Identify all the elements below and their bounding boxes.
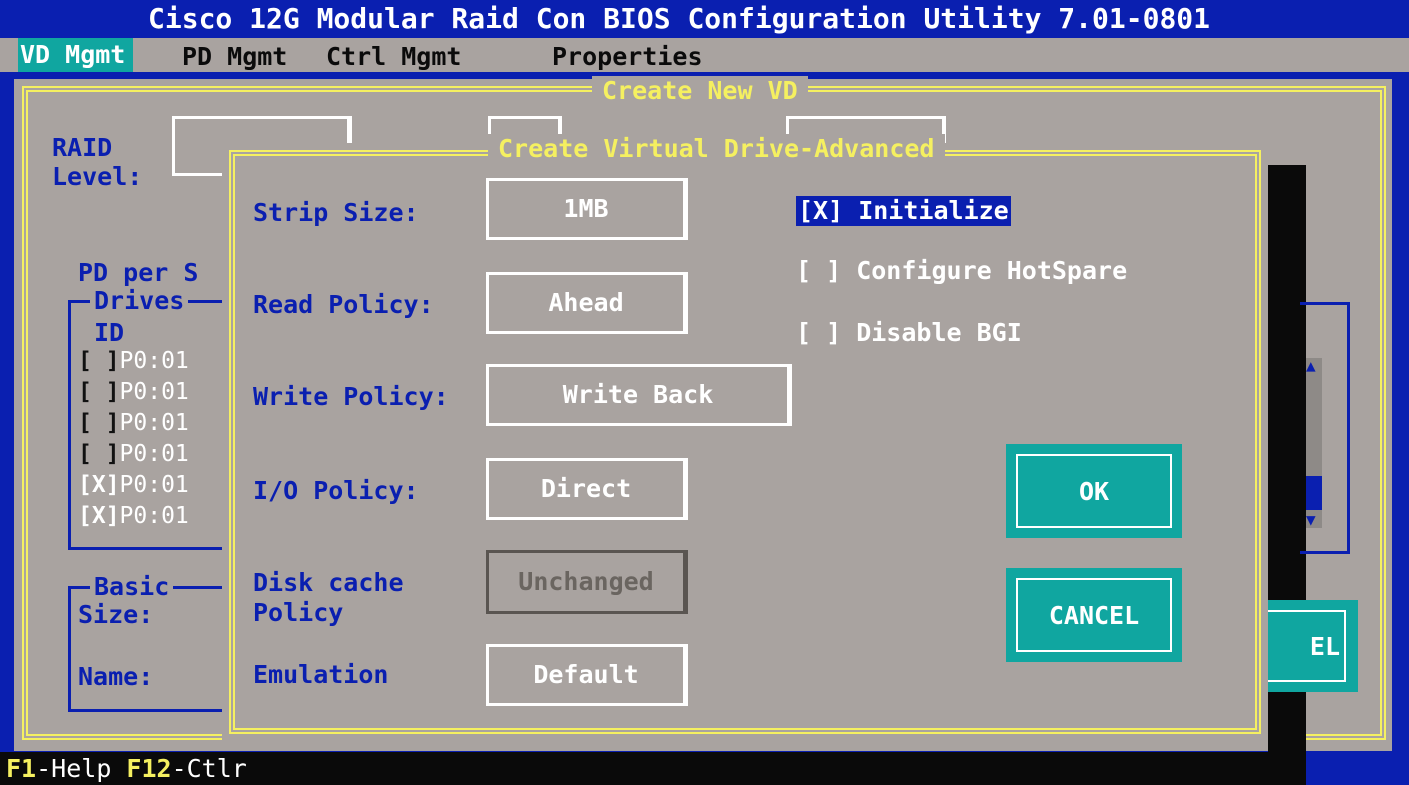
drive-list: [ ]P0:01 [ ]P0:01 [ ]P0:01 [ ]P0:01 [X]P… [78, 346, 189, 532]
strip-size-select[interactable]: 1MB [486, 178, 688, 240]
drive-id: P0:01 [119, 472, 189, 498]
write-policy-label: Write Policy: [253, 382, 449, 411]
drives-caption: Drives [90, 286, 189, 316]
disk-cache-label: Disk cache [253, 568, 404, 597]
io-policy-select[interactable]: Direct [486, 458, 688, 520]
help-text: -Help [36, 754, 127, 783]
drive-row[interactable]: [ ]P0:01 [78, 346, 189, 377]
configure-hotspare-checkbox[interactable]: [ ] Configure HotSpare [796, 256, 1127, 286]
drive-row[interactable]: [ ]P0:01 [78, 439, 189, 470]
outer-cancel-button[interactable]: EL [1266, 600, 1358, 692]
outer-cancel-label: EL [1309, 631, 1340, 661]
menu-pd-mgmt[interactable]: PD Mgmt [182, 42, 287, 72]
drive-row[interactable]: [X]P0:01 [78, 470, 189, 501]
strip-size-label: Strip Size: [253, 198, 419, 227]
ok-label: OK [1078, 476, 1110, 506]
drive-id: P0:01 [119, 410, 189, 436]
name-label: Name: [78, 662, 154, 691]
menu-ctrl-mgmt[interactable]: Ctrl Mgmt [326, 42, 461, 72]
emulation-select[interactable]: Default [486, 644, 688, 706]
basic-caption: Basic [90, 572, 174, 602]
disk-cache-label-2: Policy [253, 598, 344, 627]
disable-bgi-checkbox[interactable]: [ ] Disable BGI [796, 318, 1022, 348]
ok-button[interactable]: OK [1006, 444, 1182, 538]
disk-cache-select: Unchanged [486, 550, 688, 614]
size-label: Size: [78, 600, 154, 629]
f1-key: F1 [6, 754, 37, 783]
drive-checkbox[interactable]: [ ] [78, 348, 120, 374]
emulation-label: Emulation [253, 660, 389, 689]
scrollbar-thumb[interactable] [1306, 476, 1322, 510]
drive-checkbox[interactable]: [ ] [78, 441, 120, 467]
id-header: ID [94, 318, 125, 347]
read-policy-label: Read Policy: [253, 290, 434, 319]
write-policy-select[interactable]: Write Back [486, 364, 792, 426]
drive-id: P0:01 [119, 379, 189, 405]
drive-checkbox[interactable]: [ ] [78, 379, 120, 405]
drive-id: P0:01 [119, 441, 189, 467]
drive-row[interactable]: [ ]P0:01 [78, 408, 189, 439]
drive-id: P0:01 [119, 503, 189, 529]
read-policy-select[interactable]: Ahead [486, 272, 688, 334]
f12-key: F12 [126, 754, 172, 783]
menu-properties[interactable]: Properties [552, 42, 703, 72]
drive-row[interactable]: [ ]P0:01 [78, 377, 189, 408]
advanced-dialog-caption: Create Virtual Drive-Advanced [488, 134, 945, 164]
help-hint: F1-Help F12-Ctlr [6, 754, 247, 784]
cancel-button[interactable]: CANCEL [1006, 568, 1182, 662]
menu-vd-mgmt[interactable]: VD Mgmt [18, 38, 134, 72]
scroll-up-icon[interactable]: ▲ [1306, 356, 1316, 375]
create-new-vd-caption: Create New VD [592, 76, 808, 106]
drive-checkbox[interactable]: [X] [78, 503, 120, 529]
window-title: Cisco 12G Modular Raid Con BIOS Configur… [148, 2, 1211, 35]
cancel-label: CANCEL [1048, 600, 1140, 630]
drive-checkbox[interactable]: [X] [78, 472, 120, 498]
drive-checkbox[interactable]: [ ] [78, 410, 120, 436]
level-label: Level: [52, 162, 143, 191]
drive-id: P0:01 [119, 348, 189, 374]
initialize-checkbox[interactable]: [X] Initialize [796, 196, 1011, 226]
raid-label: RAID [52, 133, 113, 162]
io-policy-label: I/O Policy: [253, 476, 419, 505]
drive-row[interactable]: [X]P0:01 [78, 501, 189, 532]
pd-per-span-label: PD per S [78, 258, 199, 287]
ctlr-text: -Ctlr [171, 754, 247, 783]
scroll-down-icon[interactable]: ▼ [1306, 510, 1316, 529]
